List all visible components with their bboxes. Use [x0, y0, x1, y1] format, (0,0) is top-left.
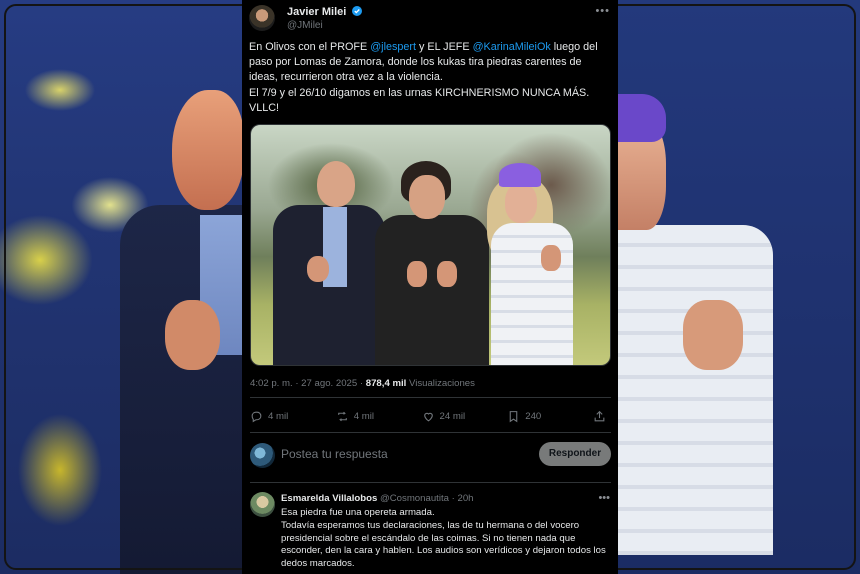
photo-person-right: [483, 163, 583, 365]
reply-action[interactable]: 4 mil: [250, 410, 306, 423]
bookmark-count: 240: [525, 410, 542, 422]
current-user-avatar: [250, 443, 275, 468]
views-label: Visualizaciones: [408, 378, 475, 389]
mention-link-karinamileiok[interactable]: @KarinaMileiOk: [473, 41, 551, 53]
reply-icon: [251, 411, 262, 422]
tweet-photo[interactable]: [250, 124, 611, 366]
comment-author-handle[interactable]: @Cosmonautita: [380, 493, 449, 504]
photo-person-center: [373, 161, 491, 365]
more-icon[interactable]: •••: [595, 5, 610, 17]
share-action[interactable]: [593, 410, 611, 423]
reply-button[interactable]: Responder: [539, 442, 611, 466]
tweet-text-line: paso por Lomas de Zamora, donde los kuka…: [249, 56, 582, 69]
tweet-text-line: En Olivos con el PROFE @jlespert y EL JE…: [249, 40, 611, 55]
more-icon[interactable]: •••: [598, 492, 610, 504]
photo-person-right-thumb: [541, 245, 561, 271]
photo-person-right-head: [505, 183, 537, 223]
tweet-column: Javier Milei @JMilei ••• En Olivos con e…: [242, 0, 618, 574]
photo-person-left: [273, 161, 385, 365]
author-name[interactable]: Javier Milei: [287, 6, 346, 18]
comment-text-line: Esa piedra fue una opereta armada.: [281, 507, 435, 518]
background-person-left-fist: [165, 300, 220, 370]
like-count: 24 mil: [439, 410, 466, 422]
photo-person-left-head: [317, 161, 355, 207]
like-action[interactable]: 24 mil: [422, 410, 478, 423]
divider-middle: [250, 432, 611, 433]
tweet-timestamp[interactable]: 4:02 p. m. · 27 ago. 2025: [250, 378, 357, 389]
reply-composer: Postea tu respuesta Responder: [250, 440, 611, 470]
author-avatar[interactable]: [249, 5, 275, 31]
repost-count: 4 mil: [353, 410, 375, 422]
comment-text-line: esconder, den la cara y hablen. Los audi…: [281, 545, 606, 557]
tweet-text: En Olivos con el PROFE @jlespert y EL JE…: [249, 40, 611, 116]
tweet-actions: 4 mil 4 mil 24 mil 240: [250, 404, 611, 428]
comment-header: Esmarelda Villalobos @Cosmonautita · 20h: [281, 493, 474, 504]
author-name-row[interactable]: Javier Milei: [287, 6, 363, 18]
photo-person-right-cap: [499, 163, 541, 187]
background-person-left-head: [172, 90, 244, 210]
repost-icon: [337, 411, 347, 421]
comment-avatar[interactable]: [250, 492, 275, 517]
photo-person-right-vest: [491, 223, 573, 365]
heart-icon: [423, 412, 433, 421]
bookmark-icon: [509, 410, 518, 422]
comment-text-line: Todavía esperamos tus declaraciones, las…: [281, 519, 580, 531]
reply-count: 4 mil: [268, 410, 289, 422]
background-person-right-cap: [618, 94, 666, 142]
photo-person-center-thumb: [407, 261, 427, 287]
tweet-text-line: El 7/9 y el 26/10 digamos en las urnas K…: [249, 86, 590, 99]
photo-person-center-head: [409, 175, 445, 219]
share-icon: [594, 410, 605, 421]
comment-text: Esa piedra fue una opereta armada. Todav…: [281, 507, 617, 571]
bookmark-action[interactable]: 240: [507, 410, 563, 423]
tweet-meta: 4:02 p. m. · 27 ago. 2025 · 878,4 mil Vi…: [250, 378, 475, 389]
repost-action[interactable]: 4 mil: [336, 410, 392, 423]
comment-author-name[interactable]: Esmarelda Villalobos: [281, 493, 377, 504]
comment-time[interactable]: · 20h: [452, 493, 474, 504]
author-handle[interactable]: @JMilei: [287, 20, 323, 31]
tweet-text-segment: En Olivos con el PROFE: [249, 41, 371, 53]
tweet-text-line: ideas, recurrieron otra vez a la violenc…: [249, 71, 443, 84]
photo-person-left-fist: [307, 256, 329, 282]
background-person-right-vest: [618, 225, 773, 555]
photo-person-center-jacket: [375, 215, 489, 365]
tweet-header: Javier Milei @JMilei •••: [249, 5, 618, 33]
photo-person-center-thumb: [437, 261, 457, 287]
divider-top: [250, 397, 611, 398]
comment-text-line: dedos marcados.: [281, 558, 355, 570]
mention-link-jlespert[interactable]: @jlespert: [370, 41, 416, 53]
comment-text-line: presidencial sobre el escándalo de las c…: [281, 532, 576, 544]
views-count: 878,4 mil: [365, 378, 407, 389]
reply-input[interactable]: Postea tu respuesta: [281, 447, 388, 461]
verified-badge-icon: [352, 6, 363, 16]
tweet-text-segment: y EL JEFE: [415, 41, 473, 53]
tweet-text-segment: luego del: [550, 41, 598, 53]
tweet-text-line: VLLC!: [249, 101, 280, 114]
background-person-right-thumb: [683, 300, 743, 370]
divider-bottom: [250, 482, 611, 483]
